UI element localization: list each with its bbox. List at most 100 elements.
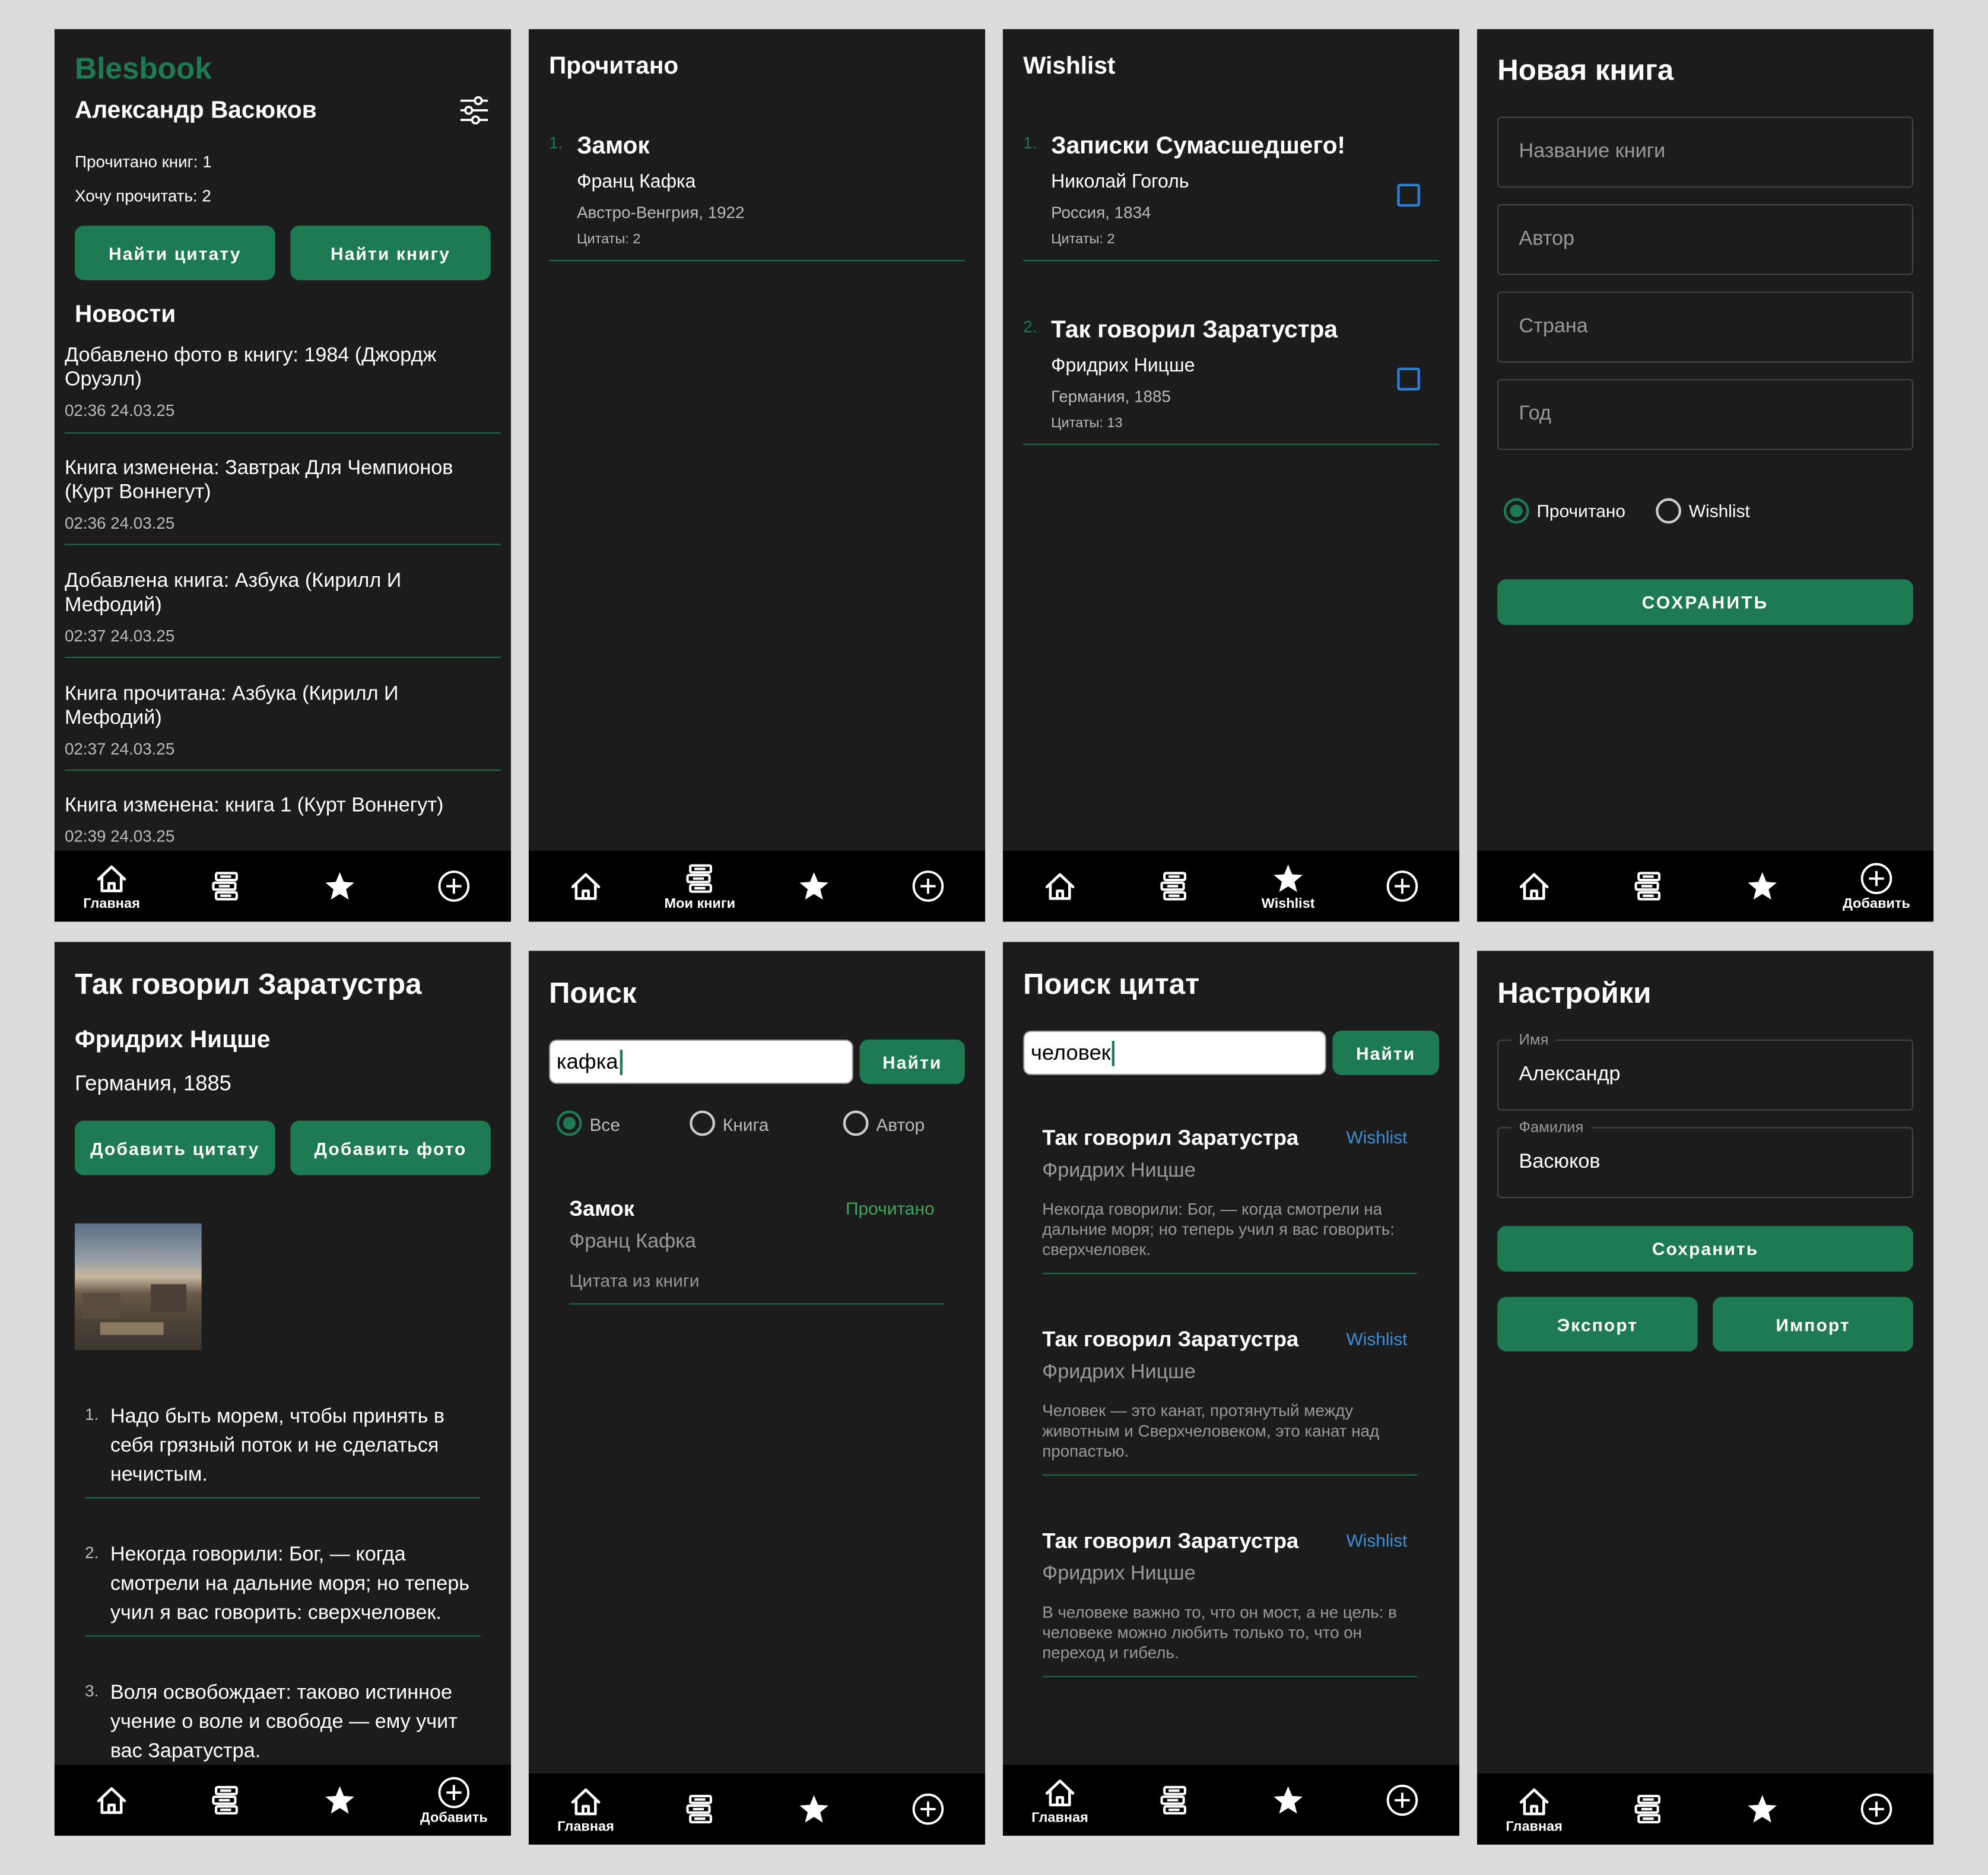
nav-books[interactable] <box>1117 1765 1231 1836</box>
plus-circle-icon <box>437 870 471 903</box>
quote-result[interactable]: Так говорил Заратустра Wishlist Фридрих … <box>1042 1327 1417 1473</box>
nav-wishlist[interactable] <box>1706 851 1819 922</box>
book-item[interactable]: 1. Записки Сумасшедшего! Николай Гоголь … <box>1023 131 1439 262</box>
search-button[interactable]: Найти <box>859 1040 965 1084</box>
home-icon <box>1043 870 1076 903</box>
sliders-icon[interactable] <box>458 94 491 127</box>
news-item[interactable]: Добавлена книга: Азбука (Кирилл И Мефоди… <box>65 569 501 645</box>
star-icon <box>798 1793 831 1826</box>
star-icon <box>1272 862 1305 895</box>
author-field[interactable]: Автор <box>1497 204 1913 275</box>
app-name: Blesbook <box>75 52 212 87</box>
divider <box>85 1497 481 1499</box>
nav-books[interactable] <box>169 851 282 922</box>
nav-home[interactable]: Главная <box>55 851 169 922</box>
bottom-nav: Главная <box>1002 1765 1460 1836</box>
nav-home[interactable] <box>529 851 643 922</box>
nav-home[interactable]: Главная <box>529 1774 643 1845</box>
radio-author[interactable] <box>843 1110 869 1136</box>
nav-add[interactable] <box>1819 1774 1933 1845</box>
nav-wishlist[interactable] <box>282 851 396 922</box>
books-icon <box>684 862 717 895</box>
book-item[interactable]: 2. Так говорил Заратустра Фридрих Ницше … <box>1023 314 1439 446</box>
nav-wishlist[interactable]: Wishlist <box>1231 851 1345 922</box>
nav-home[interactable]: Главная <box>1003 1765 1117 1836</box>
read-checkbox[interactable] <box>1397 183 1420 207</box>
export-button[interactable]: Экспорт <box>1497 1296 1698 1352</box>
radio-wishlist[interactable] <box>1656 498 1681 524</box>
nav-add[interactable] <box>1345 1765 1459 1836</box>
news-item[interactable]: Добавлено фото в книгу: 1984 (Джордж Ору… <box>65 344 501 420</box>
import-button[interactable]: Импорт <box>1713 1296 1913 1352</box>
nav-add[interactable] <box>397 851 511 922</box>
radio-read[interactable] <box>1503 498 1529 524</box>
nav-books[interactable] <box>169 1765 282 1836</box>
nav-wishlist[interactable] <box>757 851 871 922</box>
news-title: Новости <box>75 301 176 329</box>
nav-add[interactable] <box>1345 851 1459 922</box>
nav-home[interactable] <box>55 1765 169 1836</box>
nav-add[interactable]: Добавить <box>1819 851 1933 922</box>
star-icon <box>323 1784 357 1817</box>
quote-result[interactable]: Так говорил Заратустра Wishlist Фридрих … <box>1042 1126 1417 1272</box>
search-button[interactable]: Найти <box>1332 1031 1439 1075</box>
nav-add[interactable] <box>871 851 985 922</box>
radio-author-label: Автор <box>876 1114 925 1135</box>
read-screen: Прочитано 1. Замок Франц Кафка Австро-Ве… <box>528 29 986 922</box>
nav-add[interactable]: Добавить <box>397 1765 511 1836</box>
nav-books[interactable]: Мои книги <box>643 851 757 922</box>
nav-books[interactable] <box>643 1774 757 1845</box>
nav-wishlist[interactable] <box>282 1765 396 1836</box>
nav-wishlist[interactable] <box>1231 1765 1345 1836</box>
nav-home[interactable] <box>1003 851 1117 922</box>
nav-home[interactable] <box>1477 851 1591 922</box>
nav-books[interactable] <box>1591 1774 1705 1845</box>
book-photo[interactable] <box>75 1223 202 1350</box>
save-button[interactable]: СОХРАНИТЬ <box>1497 579 1913 625</box>
search-input[interactable]: человек <box>1023 1031 1326 1075</box>
book-title: Так говорил Заратустра <box>75 967 422 1000</box>
nav-home[interactable]: Главная <box>1477 1774 1591 1845</box>
nav-add[interactable] <box>871 1774 985 1845</box>
country-field[interactable]: Страна <box>1497 291 1913 363</box>
star-icon <box>798 870 831 903</box>
news-item[interactable]: Книга изменена: Завтрак Для Чемпионов (К… <box>65 456 501 532</box>
quote-item[interactable]: 3. Воля освобождает: таково истинное уче… <box>85 1679 481 1766</box>
news-item[interactable]: Книга изменена: книга 1 (Курт Воннегут) … <box>65 794 501 846</box>
quote-item[interactable]: 1. Надо быть морем, чтобы принять в себя… <box>85 1402 481 1489</box>
book-author: Фридрих Ницше <box>75 1027 271 1054</box>
year-field[interactable]: Год <box>1497 379 1913 450</box>
divider <box>549 260 965 262</box>
bottom-nav: Главная <box>528 1774 986 1845</box>
divider <box>1042 1273 1418 1275</box>
first-name-field[interactable]: Имя Александр <box>1497 1031 1913 1111</box>
save-button[interactable]: Сохранить <box>1497 1226 1913 1272</box>
radio-all[interactable] <box>556 1110 582 1136</box>
add-quote-button[interactable]: Добавить цитату <box>75 1120 275 1175</box>
divider <box>1042 1676 1418 1677</box>
nav-books[interactable] <box>1117 851 1231 922</box>
search-result[interactable]: Замок Прочитано Франц Кафка Цитата из кн… <box>569 1197 944 1305</box>
title-field[interactable]: Название книги <box>1497 116 1913 188</box>
nav-books[interactable] <box>1591 851 1705 922</box>
news-item[interactable]: Книга прочитана: Азбука (Кирилл И Мефоди… <box>65 682 501 758</box>
star-icon <box>1746 1793 1779 1826</box>
last-name-field[interactable]: Фамилия Васюков <box>1497 1118 1913 1199</box>
nav-wishlist[interactable] <box>1706 1774 1819 1845</box>
quote-result[interactable]: Так говорил Заратустра Wishlist Фридрих … <box>1042 1529 1417 1675</box>
read-checkbox[interactable] <box>1397 367 1420 391</box>
add-photo-button[interactable]: Добавить фото <box>290 1120 491 1175</box>
quote-item[interactable]: 2. Некогда говорили: Бог, — когда смотре… <box>85 1540 481 1628</box>
page-title: Настройки <box>1497 976 1652 1009</box>
find-book-button[interactable]: Найти книгу <box>290 225 491 281</box>
book-item[interactable]: 1. Замок Франц Кафка Австро-Венгрия, 192… <box>549 131 965 262</box>
home-icon <box>569 870 602 903</box>
home-screen: Blesbook Александр Васюков Прочитано кни… <box>54 29 512 922</box>
search-input[interactable]: кафка <box>549 1040 853 1084</box>
radio-book[interactable] <box>690 1110 715 1136</box>
divider <box>64 544 501 545</box>
find-quote-button[interactable]: Найти цитату <box>75 225 275 281</box>
user-name: Александр Васюков <box>75 97 317 125</box>
page-title: Поиск <box>549 976 637 1009</box>
nav-wishlist[interactable] <box>757 1774 871 1845</box>
